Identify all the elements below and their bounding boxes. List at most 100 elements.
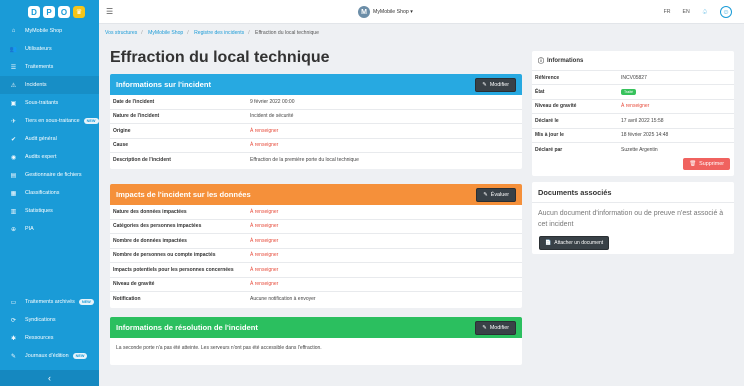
info-label: Mis à jour le [535,132,564,139]
edit-resolution-button[interactable]: ✎ Modifier [475,320,516,335]
breadcrumb-company[interactable]: MyMobile Shop [148,30,183,36]
sidebar-item-incidents[interactable]: ⚠ Incidents [0,76,99,94]
resolution-title: Informations de résolution de l'incident [116,323,258,332]
to-fill-link[interactable]: À renseigner [250,142,278,148]
edit-incident-button[interactable]: ✎ Modifier [475,77,516,92]
info-value: INCV05827 [621,74,647,81]
sidebar-item-pia[interactable]: ⊕ PIA [0,220,99,238]
sidebar-item-label: Statistiques [25,208,53,214]
detail-label: Nature de l'incident [113,113,160,120]
sidebar-item-label: Traitements [25,64,54,70]
info-value: 17 avril 2022 15:58 [621,117,664,124]
sidebar-item-label: Journaux d'édition [25,353,69,359]
info-row: Déclaré par Suzette Argentin [532,143,734,157]
sidebar-item-label: Incidents [25,82,47,88]
breadcrumb-registry[interactable]: Registre des incidents [194,30,244,36]
sidebar-item-syndications[interactable]: ⟳ Syndications [0,311,99,329]
sidebar-item-label: Syndications [25,317,56,323]
detail-value: Aucune notification à envoyer [250,296,316,303]
detail-row: Nature des données impactées À renseigner [110,205,522,220]
to-fill-link[interactable]: À renseigner [250,238,278,244]
breadcrumb-structures[interactable]: Vos structures [105,30,137,36]
detail-label: Catégories des personnes impactées [113,223,202,230]
detail-row: Catégories des personnes impactées À rens… [110,220,522,234]
info-value: 18 février 2025 14:48 [621,132,669,139]
sidebar-item-label: Gestionnaire de fichiers [25,172,82,178]
info-circle-icon: ⓘ [538,59,545,65]
info-label: Déclaré par [535,147,563,154]
info-label: Référence [535,74,560,81]
info-label: État [535,89,545,96]
edit-resolution-label: Modifier [489,324,509,331]
to-fill-link[interactable]: À renseigner [250,252,278,258]
sidebar-item-tiers-en-sous-traitance[interactable]: ✈ Tiers en sous-traitance NEW [0,112,99,130]
incident-info-title: Informations sur l'incident [116,80,212,89]
detail-value: Incident de sécurité [250,113,294,120]
incident-info-panel: Informations sur l'incident ✎ Modifier Da… [110,74,522,169]
user-avatar-icon[interactable]: ☺ [720,6,732,18]
to-fill-link[interactable]: À renseigner [250,209,278,215]
detail-row: Cause À renseigner [110,139,522,153]
sidebar-item-traitements[interactable]: ☰ Traitements [0,58,99,76]
edit-incident-label: Modifier [489,81,509,88]
info-value[interactable]: À renseigner [621,103,649,109]
sidebar-item-audits-expert[interactable]: ◉ Audits expert [0,148,99,166]
dpo-logo[interactable]: D P O ♛ [0,0,99,22]
detail-label: Impacts potentiels pour les personnes co… [113,266,234,273]
delete-button[interactable]: 🗑 Supprimer [683,158,730,170]
sync-icon: ⟳ [10,317,17,324]
document-icon: 📄 [545,240,552,246]
detail-row: Niveau de gravité À renseigner [110,278,522,292]
chevron-left-icon: ‹ [48,373,51,383]
bell-icon[interactable]: ♤ [702,8,708,16]
sidebar-item-audit-g-n-ral[interactable]: ✔ Audit général [0,130,99,148]
logo-letter-o: O [58,6,70,18]
sidebar-item-label: Ressources [25,335,54,341]
resolution-header: Informations de résolution de l'incident… [110,317,522,338]
lang-fr-button[interactable]: FR [664,9,671,15]
home-icon: ⌂ [11,28,16,34]
to-fill-link[interactable]: À renseigner [250,267,278,273]
info-label: Déclaré le [535,117,559,124]
briefcase-icon: ▣ [10,100,17,107]
detail-label: Date de l'incident [113,98,155,105]
to-fill-link[interactable]: À renseigner [250,223,278,229]
sidebar-item-ressources[interactable]: ✱ Ressources [0,329,99,347]
info-row: État Traité [532,85,734,100]
detail-label: Nombre de personnes ou compte impactés [113,252,216,259]
new-badge: NEW [72,353,88,359]
breadcrumb: Vos structures / MyMobile Shop / Registre … [105,30,319,36]
sidebar-collapse-button[interactable]: ‹ [0,370,99,386]
logo-letter-p: P [43,6,55,18]
company-selector[interactable]: M MyMobile Shop ▾ [358,6,413,18]
sidebar-item-mymobile-shop[interactable]: ⌂ MyMobile Shop [0,22,99,40]
sidebar-item-utilisateurs[interactable]: 👥 Utilisateurs [0,40,99,58]
sidebar-item-sous-traitants[interactable]: ▣ Sous-traitants [0,94,99,112]
sidebar-item-label: Tiers en sous-traitance [25,118,80,124]
sidebar-item-label: Utilisateurs [25,46,52,52]
to-fill-link[interactable]: À renseigner [250,128,278,134]
detail-row: Description de l'incident Effraction de l… [110,153,522,168]
sidebar-item-statistiques[interactable]: ▥ Statistiques [0,202,99,220]
to-fill-link[interactable]: À renseigner [250,281,278,287]
grid-icon: ▦ [10,190,17,197]
users-icon: 👥 [9,46,18,53]
sidebar-item-classifications[interactable]: ▦ Classifications [0,184,99,202]
sidebar-item-gestionnaire-de-fichiers[interactable]: ▤ Gestionnaire de fichiers [0,166,99,184]
lang-en-button[interactable]: EN [683,9,690,15]
crown-icon: ♛ [73,6,85,18]
evaluate-impact-button[interactable]: ✎ Évaluer [476,187,516,202]
attach-document-button[interactable]: 📄 Attacher un document [539,236,610,250]
resolution-panel: Informations de résolution de l'incident… [110,317,522,365]
trash-icon: 🗑 [689,161,697,167]
detail-label: Nature des données impactées [113,208,187,215]
sidebar-item-journaux-d-dition[interactable]: ✎ Journaux d'édition NEW [0,347,99,365]
detail-label: Cause [113,142,129,149]
sidebar-item-traitements-archiv-s[interactable]: ▭ Traitements archivés NEW [0,293,99,311]
expert-icon: ◉ [10,154,17,161]
info-row: Référence INCV05827 [532,71,734,86]
impact-header: Impacts de l'incident sur les données ✎ É… [110,184,522,205]
documents-empty-text: Aucun document d'information ou de preuv… [538,210,724,228]
new-badge: NEW [78,299,94,305]
hamburger-menu-icon[interactable]: ☰ [106,7,113,16]
